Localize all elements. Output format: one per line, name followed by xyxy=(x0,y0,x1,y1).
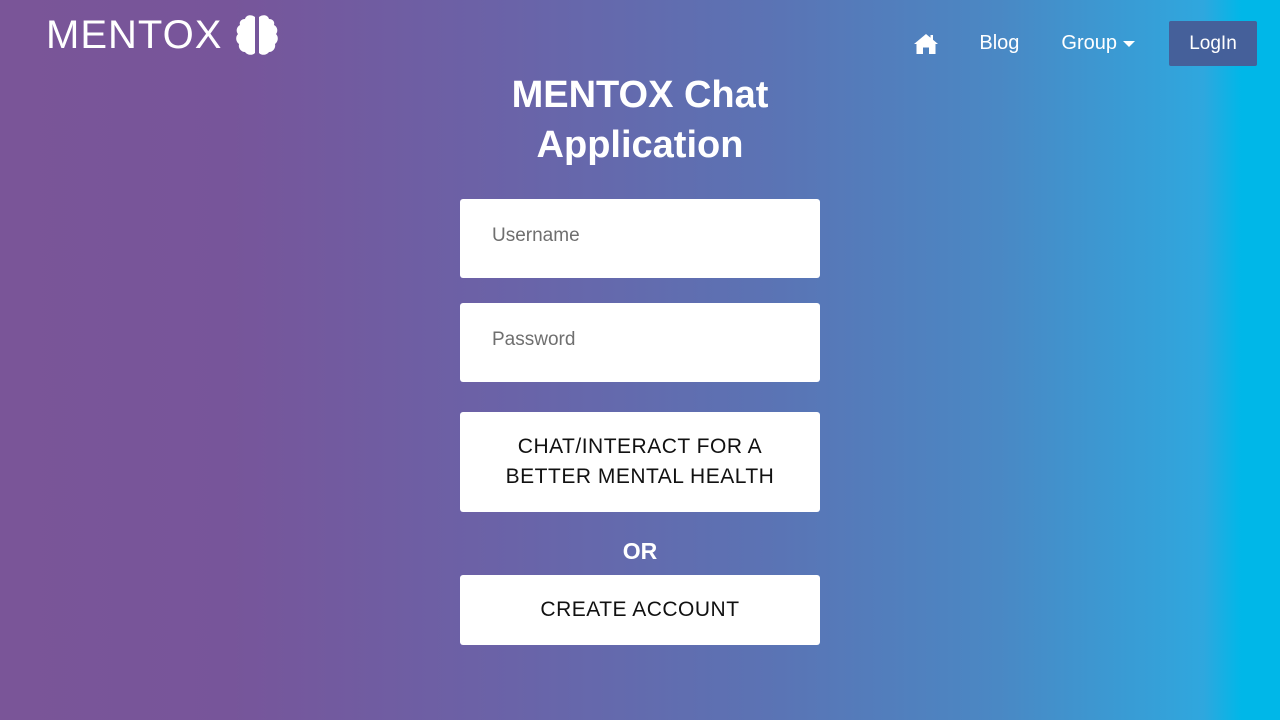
chat-interact-button[interactable]: CHAT/INTERACT FOR A BETTER MENTAL HEALTH xyxy=(460,412,820,512)
logo-text: MENTOX xyxy=(46,13,223,57)
page-title-line2: Application xyxy=(536,124,744,166)
caret-down-icon xyxy=(1123,40,1135,47)
nav-group-label: Group xyxy=(1061,32,1117,54)
username-input[interactable] xyxy=(460,199,820,278)
logo[interactable]: MENTOX xyxy=(46,12,280,58)
password-input[interactable] xyxy=(460,303,820,382)
page-title-line1: MENTOX Chat xyxy=(511,74,769,116)
nav-link-blog[interactable]: Blog xyxy=(979,32,1019,55)
login-button[interactable]: LogIn xyxy=(1169,21,1257,66)
home-icon[interactable] xyxy=(913,31,939,57)
brain-icon xyxy=(236,15,279,55)
nav-dropdown-group[interactable]: Group xyxy=(1061,32,1135,55)
top-navigation: Blog Group LogIn xyxy=(913,21,1257,66)
or-separator: OR xyxy=(622,538,658,564)
page-title: MENTOX Chat Application xyxy=(440,70,840,170)
create-account-button[interactable]: CREATE ACCOUNT xyxy=(460,575,820,645)
